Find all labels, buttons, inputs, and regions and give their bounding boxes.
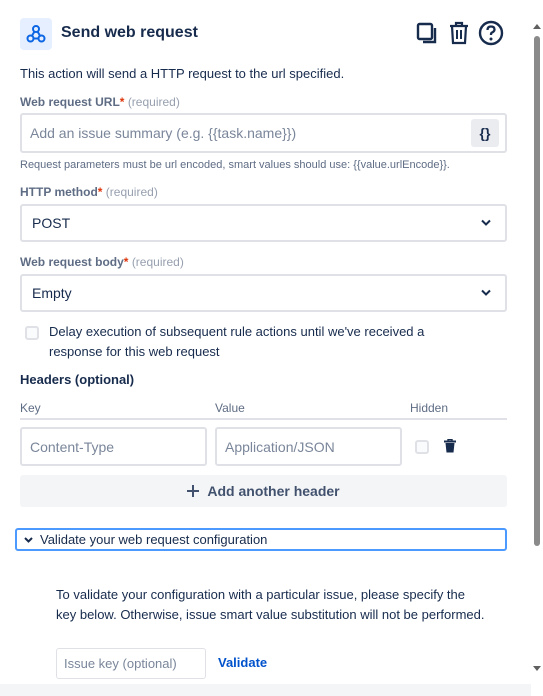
body-select[interactable]: Empty [20,274,507,312]
scrollbar[interactable] [531,0,543,696]
column-header-hidden: Hidden [410,401,449,415]
issue-key-placeholder: Issue key (optional) [64,656,177,671]
trash-icon [444,438,456,453]
url-required-mark: * [119,95,125,109]
chevron-down-icon [24,536,33,543]
issue-key-input[interactable]: Issue key (optional) [56,648,206,679]
url-label: Web request URL* (required) [20,95,180,109]
webhook-icon [20,18,52,50]
remove-header-button[interactable] [444,438,456,458]
method-required-text: (required) [105,185,158,199]
validate-toggle[interactable]: Validate your web request configuration [15,528,507,551]
validate-toggle-label: Validate your web request configuration [40,532,268,547]
body-label-text: Web request body [20,255,124,269]
url-label-text: Web request URL [20,95,120,109]
url-required-text: (required) [127,95,180,109]
chevron-down-icon [481,219,491,226]
add-header-button[interactable]: Add another header [20,475,507,507]
column-header-key: Key [20,401,41,415]
plus-icon [187,485,200,497]
delete-button[interactable] [446,20,472,46]
copy-button[interactable] [414,20,440,46]
bottom-edge [0,684,531,696]
delay-checkbox[interactable] [25,326,39,340]
method-required-mark: * [97,185,103,199]
headers-divider [20,418,507,420]
header-value-input[interactable]: Application/JSON [215,427,402,466]
header-key-input[interactable]: Content-Type [20,427,207,466]
headers-title: Headers (optional) [20,372,135,387]
chevron-down-icon [481,289,491,296]
url-hint: Request parameters must be url encoded, … [20,159,450,171]
help-button[interactable] [478,20,504,46]
method-select[interactable]: POST [20,204,507,242]
scroll-down-arrow-icon[interactable] [533,666,541,671]
validate-description: To validate your configuration with a pa… [56,587,485,622]
body-required-mark: * [123,255,129,269]
add-header-label: Add another header [207,483,340,499]
action-title: Send web request [61,24,198,41]
url-placeholder: Add an issue summary (e.g. {{task.name}}… [30,125,297,141]
smart-value-button[interactable]: {} [471,119,499,147]
body-label: Web request body* (required) [20,255,184,269]
validate-button[interactable]: Validate [218,655,267,670]
method-value: POST [32,215,71,231]
scrollbar-thumb[interactable] [534,36,540,546]
body-required-text: (required) [131,255,184,269]
scroll-up-arrow-icon[interactable] [533,24,541,29]
question-icon [478,20,504,46]
delay-checkbox-label: Delay execution of subsequent rule actio… [49,324,425,359]
body-value: Empty [32,285,72,301]
url-input[interactable]: Add an issue summary (e.g. {{task.name}}… [20,113,507,153]
copy-icon [416,22,437,44]
action-description: This action will send a HTTP request to … [20,66,345,81]
header-key-placeholder: Content-Type [30,438,115,455]
header-hidden-checkbox[interactable] [415,440,429,454]
column-header-value: Value [215,401,245,415]
trash-icon [450,21,468,45]
method-label-text: HTTP method [20,185,98,199]
method-label: HTTP method* (required) [20,185,158,199]
header-value-placeholder: Application/JSON [225,438,335,455]
